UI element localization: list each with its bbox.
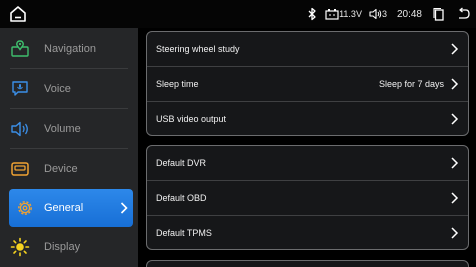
setting-label: USB video output — [156, 114, 227, 124]
status-bar: 11.3V 3 20:48 — [0, 0, 476, 28]
settings-sidebar: Navigation Voice Volume Device General D… — [0, 28, 138, 267]
sidebar-item-label: Voice — [44, 82, 71, 95]
setting-sleep-time[interactable]: Sleep time Sleep for 7 days — [147, 67, 468, 101]
settings-group: Steering wheel study Sleep time Sleep fo… — [146, 31, 469, 136]
chevron-right-icon — [451, 43, 459, 55]
gear-icon — [18, 201, 32, 215]
volume-icon — [369, 8, 382, 20]
battery-indicator: 11.3V — [325, 7, 362, 21]
chevron-right-icon — [451, 78, 459, 90]
brightness-icon — [10, 237, 30, 256]
setting-value: Sleep for 7 days — [378, 79, 444, 89]
battery-icon — [325, 9, 339, 20]
device-icon — [11, 161, 29, 176]
sidebar-item-general[interactable]: General — [9, 189, 133, 227]
setting-label: Sleep time — [156, 79, 199, 89]
bluetooth-icon — [308, 7, 316, 21]
setting-label: Default TPMS — [156, 228, 212, 238]
sidebar-item-device[interactable]: Device — [0, 149, 138, 188]
sidebar-item-label: Navigation — [44, 42, 96, 55]
clock: 20:48 — [396, 8, 422, 20]
setting-default-obd[interactable]: Default OBD — [147, 181, 468, 215]
sidebar-item-label: General — [44, 202, 84, 214]
settings-content: Steering wheel study Sleep time Sleep fo… — [138, 28, 476, 267]
setting-label: Default OBD — [156, 193, 207, 203]
sidebar-item-voice[interactable]: Voice — [0, 69, 138, 108]
recent-apps-icon[interactable] — [432, 7, 446, 21]
chevron-right-icon — [451, 192, 459, 204]
status-indicators: 11.3V 3 20:48 — [299, 4, 470, 24]
setting-default-dvr[interactable]: Default DVR — [147, 146, 468, 180]
chevron-right-icon — [120, 202, 128, 214]
chevron-right-icon — [451, 227, 459, 239]
speaker-icon — [11, 121, 28, 136]
volume-indicator: 3 — [368, 7, 387, 21]
sidebar-item-navigation[interactable]: Navigation — [0, 29, 138, 68]
chat-icon — [12, 80, 28, 96]
chevron-right-icon — [451, 113, 459, 125]
settings-group: Default DVR Default OBD Default TPMS — [146, 145, 469, 250]
battery-voltage: 11.3V — [339, 9, 362, 19]
setting-label: Default DVR — [156, 158, 207, 168]
setting-label: Steering wheel study — [156, 44, 240, 54]
settings-group-partial — [146, 260, 469, 267]
sidebar-item-display[interactable]: Display — [0, 227, 138, 266]
setting-steering-wheel-study[interactable]: Steering wheel study — [147, 32, 468, 66]
sidebar-item-label: Volume — [44, 122, 81, 135]
home-icon[interactable] — [9, 5, 27, 23]
sidebar-item-label: Device — [44, 162, 78, 175]
back-icon[interactable] — [456, 7, 470, 21]
volume-level: 3 — [381, 9, 387, 19]
sidebar-item-label: Display — [44, 240, 81, 253]
setting-default-tpms[interactable]: Default TPMS — [147, 216, 468, 249]
sidebar-item-volume[interactable]: Volume — [0, 109, 138, 148]
chevron-right-icon — [451, 157, 459, 169]
map-icon — [11, 39, 29, 57]
setting-usb-video-output[interactable]: USB video output — [147, 102, 468, 135]
